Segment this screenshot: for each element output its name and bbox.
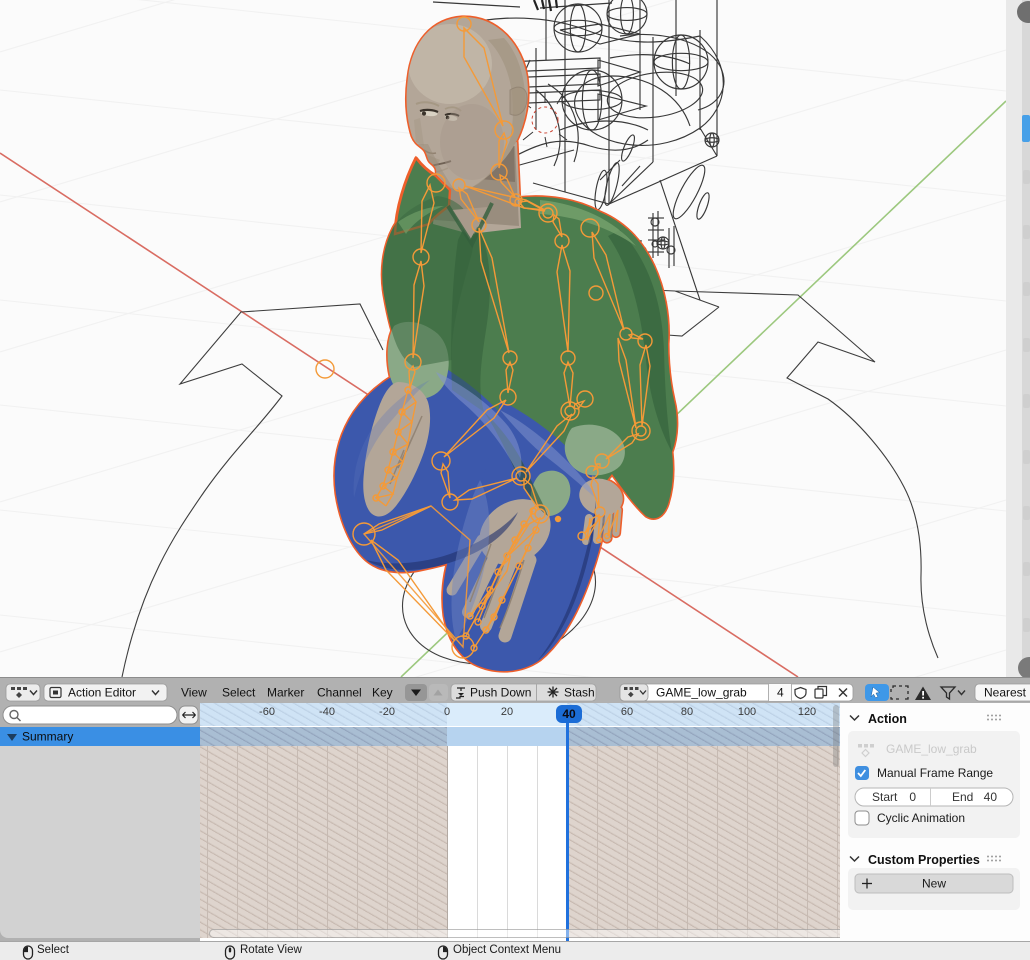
svg-text:View: View bbox=[181, 686, 207, 700]
svg-text:Marker: Marker bbox=[267, 686, 304, 700]
svg-text:Action Editor: Action Editor bbox=[68, 686, 136, 700]
svg-text:Cyclic Animation: Cyclic Animation bbox=[877, 811, 965, 825]
svg-text:Summary: Summary bbox=[22, 730, 73, 744]
svg-text:End: End bbox=[952, 790, 973, 804]
svg-text:New: New bbox=[922, 877, 946, 891]
svg-text:Manual Frame Range: Manual Frame Range bbox=[877, 766, 993, 780]
svg-text:40: 40 bbox=[984, 790, 998, 804]
svg-text:0: 0 bbox=[909, 790, 916, 804]
svg-text:Stash: Stash bbox=[564, 686, 595, 700]
svg-text:Select: Select bbox=[222, 686, 256, 700]
svg-text:Nearest F: Nearest F bbox=[984, 686, 1030, 700]
svg-text:4: 4 bbox=[777, 686, 784, 700]
svg-text:Push Down: Push Down bbox=[470, 686, 531, 700]
svg-text:Action: Action bbox=[868, 712, 907, 726]
svg-text:GAME_low_grab: GAME_low_grab bbox=[656, 686, 747, 700]
svg-text:Channel: Channel bbox=[317, 686, 362, 700]
svg-text:Key: Key bbox=[372, 686, 393, 700]
svg-text:GAME_low_grab: GAME_low_grab bbox=[886, 742, 977, 756]
svg-text:Custom Properties: Custom Properties bbox=[868, 853, 980, 867]
svg-text:Start: Start bbox=[872, 790, 898, 804]
